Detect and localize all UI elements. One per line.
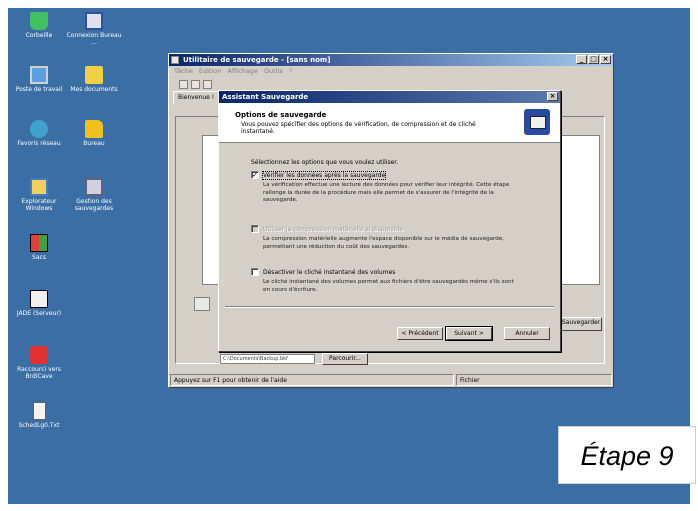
desktop-icon-recycle-bin[interactable]: Corbeille [8,12,70,39]
shadow-copy-label[interactable]: Désactiver le cliché instantané des volu… [263,269,395,276]
verify-label[interactable]: Vérifier les données après la sauvegarde [261,170,387,180]
desktop-icon-mes-documents[interactable]: Mes documents [63,66,125,93]
minimize-button[interactable]: _ [576,55,587,64]
status-bar: Appuyez sur F1 pour obtenir de l'aide Fi… [170,374,612,386]
start-backup-button[interactable]: Sauvegarder [560,317,602,331]
shortcut-icon [30,346,48,364]
text-file-icon [32,402,46,420]
network-icon [30,120,48,138]
recycle-bin-icon [30,12,48,30]
explorer-icon [30,178,48,196]
destination-icon [194,297,210,311]
desktop-icon-raccourci[interactable]: Raccourci vers BrdiCave [8,346,70,380]
browse-button[interactable]: Parcourir... [322,353,368,365]
desktop-icon-sacs[interactable]: Sacs [8,234,70,261]
maximize-button[interactable]: □ [588,55,599,64]
desktop-icon-label: Sacs [32,254,46,261]
jade-server-icon [30,290,48,308]
desktop-icon-favoris-reseau[interactable]: Favoris réseau [8,120,70,147]
option-hardware-compression: Utiliser la compression matérielle si di… [251,225,526,251]
desktop-icon-bureau[interactable]: Bureau [63,120,125,147]
desktop-icon-gestion-sauvegardes[interactable]: Gestion des sauvegardes [63,178,125,212]
desktop-icon-label: Favoris réseau [17,140,61,147]
desktop-icon-explorateur[interactable]: Explorateur Windows [8,178,70,212]
desktop-icon-label: Mes documents [70,86,118,93]
window-title: Utilitaire de sauvegarde - [sans nom] [183,56,331,64]
window-controls: _ □ × [576,55,611,64]
open-icon[interactable] [191,79,200,89]
desktop-icon-label: Raccourci vers BrdiCave [17,366,61,380]
window-titlebar[interactable]: Utilitaire de sauvegarde - [sans nom] _ … [169,54,613,66]
close-button[interactable]: × [600,55,611,64]
network-connections-icon [85,12,103,30]
desktop-icon-label: JADE (Serveur) [16,310,62,317]
desktop-icon-schedlg[interactable]: SchedLg0.Txt [8,402,70,429]
cancel-button[interactable]: Annuler [504,327,550,340]
my-computer-icon [30,66,48,84]
header-subtitle: Vous pouvez spécifier des options de vér… [241,121,476,135]
app-icon [171,56,179,64]
desktop-icon-label: Connexion Bureau ... [66,32,122,46]
back-button[interactable]: < Précédent [397,327,443,340]
compression-checkbox [251,225,259,233]
desktop-folder-icon [85,120,103,138]
desktop-icon-label: Explorateur Windows [21,198,57,212]
menu-item-affichage[interactable]: Affichage [227,66,258,77]
dialog-title: Assistant Sauvegarde [222,93,309,101]
backup-manager-icon [85,178,103,196]
menu-item-edition[interactable]: Édition [199,66,222,77]
dialog-titlebar[interactable]: Assistant Sauvegarde × [219,91,560,103]
home-icon[interactable] [179,79,188,89]
dialog-separator [225,306,554,308]
desktop-icon-label: Gestion des sauvegardes [74,198,114,212]
desktop-icon-label: Corbeille [25,32,53,39]
desktop-icon-poste-de-travail[interactable]: Poste de travail [8,66,70,93]
desktop-icon-jade[interactable]: JADE (Serveur) [8,290,70,317]
shadow-copy-checkbox[interactable] [251,268,259,276]
compression-label: Utiliser la compression matérielle si di… [263,225,403,233]
my-documents-icon [85,66,103,84]
desktop-icon-label: Poste de travail [15,86,63,93]
option-verify: ✓ Vérifier les données après la sauvegar… [251,170,526,205]
menu-item-help[interactable]: ? [289,66,292,77]
backup-file-field[interactable]: C:\Documents\Backup.bkf [220,354,315,364]
backup-wizard-dialog[interactable]: Assistant Sauvegarde × Options de sauveg… [218,90,561,352]
desktop-icon-label: Bureau [83,140,105,147]
next-button[interactable]: Suivant > [445,326,493,341]
tab-bienvenue[interactable]: Bienvenue ! [173,91,220,104]
verify-description: La vérification effectue une lecture des… [263,182,510,203]
menu-item-outils[interactable]: Outils [264,66,283,77]
option-disable-shadow-copy: Désactiver le cliché instantané des volu… [251,268,526,294]
backup-wizard-icon [524,109,550,135]
header-title: Options de sauvegarde [235,111,327,119]
toolbar [169,77,613,91]
dialog-header: Options de sauvegarde Vous pouvez spécif… [219,103,560,143]
desktop-icon-connexion-bureau[interactable]: Connexion Bureau ... [63,12,125,46]
dialog-close-button[interactable]: × [547,92,558,101]
sacs-icon [30,234,48,252]
desktop-icon-label: SchedLg0.Txt [18,422,60,429]
compression-description: La compression matérielle augmente l'esp… [263,236,505,250]
status-help-text: Appuyez sur F1 pour obtenir de l'aide [170,374,454,386]
shadow-copy-description: Le cliché instantané des volumes permet … [263,279,514,293]
status-panel: Fichier [456,374,612,386]
menu-item-tache[interactable]: Tâche [174,66,193,77]
menu-bar: Tâche Édition Affichage Outils ? [169,66,613,77]
save-icon[interactable] [203,79,212,89]
select-prompt: Sélectionnez les options que vous voulez… [251,159,399,166]
verify-checkbox[interactable]: ✓ [251,171,259,179]
step-label: Étape 9 [558,426,696,484]
